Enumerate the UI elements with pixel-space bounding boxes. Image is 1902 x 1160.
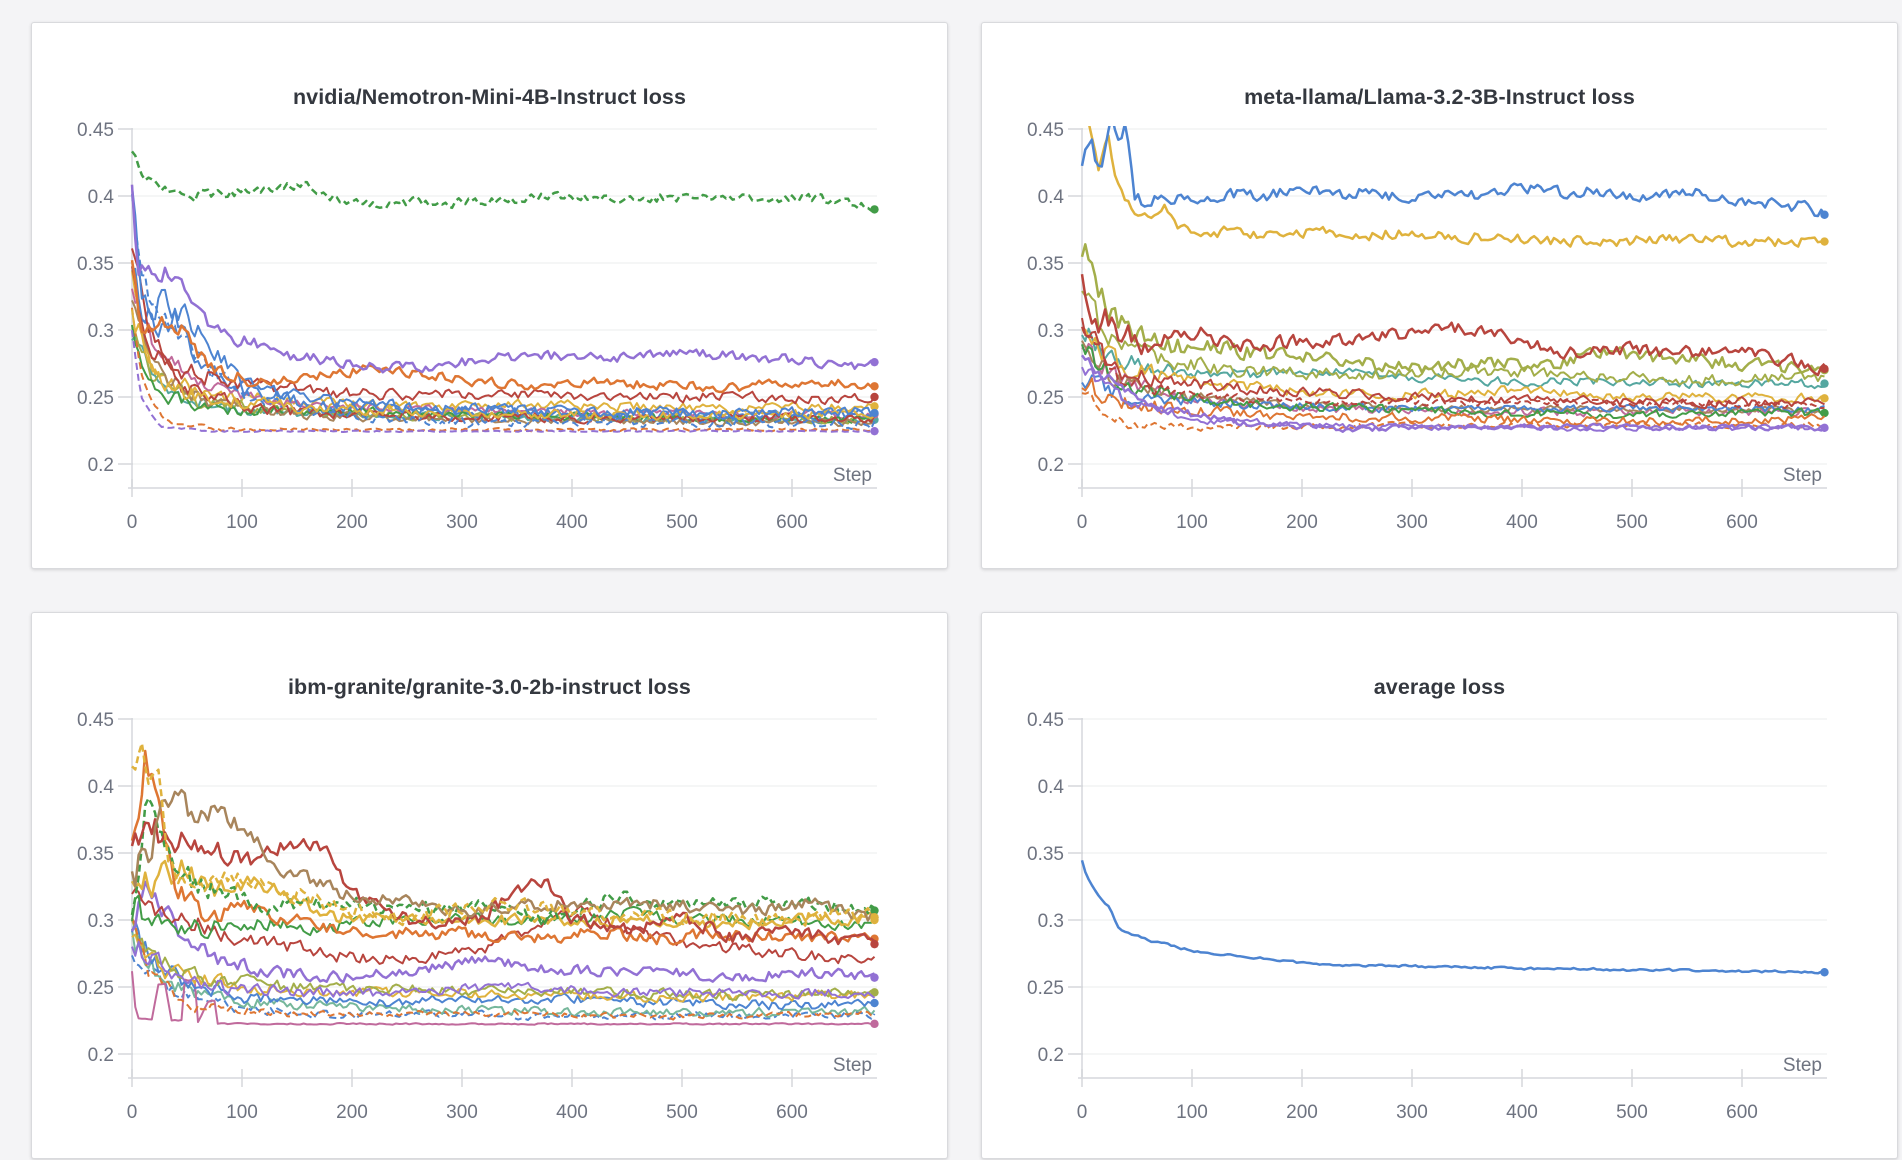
chart-plot-area: 0.45 0.4 0.35 0.3 0.25 0.2 0 100 200 300 400 500 600…	[982, 613, 1897, 1158]
run-endpoint-dot	[1820, 379, 1828, 387]
run-line	[1082, 115, 1825, 216]
x-tick-label: 300	[446, 1102, 478, 1123]
run-endpoint-dot	[870, 393, 878, 401]
y-tick-label: 0.35	[77, 254, 114, 275]
run-endpoint-dot	[870, 973, 878, 981]
x-tick-label: 600	[776, 512, 808, 533]
run-line	[132, 798, 875, 924]
x-axis-label: Step	[833, 1055, 872, 1076]
y-tick-label: 0.45	[1027, 710, 1064, 731]
x-tick-label: 400	[1506, 1102, 1538, 1123]
run-endpoint-dot	[1820, 968, 1828, 976]
x-axis-label: Step	[1783, 465, 1822, 486]
y-tick-label: 0.2	[88, 1045, 114, 1066]
granite-3-0-2b-loss-panel[interactable]: ibm-granite/granite-3.0-2b-instruct loss…	[31, 612, 948, 1159]
y-tick-label: 0.35	[77, 844, 114, 865]
run-line	[132, 260, 875, 392]
x-tick-label: 0	[127, 512, 138, 533]
run-endpoint-dot	[870, 999, 878, 1007]
x-tick-label: 200	[1286, 512, 1318, 533]
y-tick-label: 0.3	[88, 321, 114, 342]
x-axis-label: Step	[833, 465, 872, 486]
run-line	[132, 185, 875, 373]
x-tick-label: 200	[1286, 1102, 1318, 1123]
run-endpoint-dot	[1820, 237, 1828, 245]
x-tick-label: 0	[1077, 512, 1088, 533]
series-group	[132, 151, 879, 435]
x-tick-label: 200	[336, 512, 368, 533]
x-tick-label: 600	[1726, 1102, 1758, 1123]
y-tick-label: 0.3	[1038, 321, 1064, 342]
run-endpoint-dot	[1820, 211, 1828, 219]
chart-plot-area: 0.45 0.4 0.35 0.3 0.25 0.2 0 100 200 300 400 500 600…	[32, 613, 947, 1158]
y-tick-label: 0.2	[1038, 455, 1064, 476]
x-tick-label: 0	[1077, 1102, 1088, 1123]
chart-plot-area: 0.45 0.4 0.35 0.3 0.25 0.2 0 100 200 300 400 500 600…	[32, 23, 947, 568]
y-tick-label: 0.3	[88, 911, 114, 932]
y-tick-label: 0.2	[88, 455, 114, 476]
nemotron-mini-4b-loss-panel[interactable]: nvidia/Nemotron-Mini-4B-Instruct loss0.4…	[31, 22, 948, 569]
run-endpoint-dot	[870, 940, 878, 948]
y-tick-label: 0.4	[1038, 777, 1065, 798]
y-tick-label: 0.3	[1038, 911, 1064, 932]
run-line	[1082, 274, 1825, 375]
x-tick-label: 500	[666, 512, 698, 533]
run-line	[132, 918, 875, 1020]
llama-3-2-3b-loss-panel[interactable]: meta-llama/Llama-3.2-3B-Instruct loss0.4…	[981, 22, 1898, 569]
run-endpoint-dot	[870, 913, 878, 921]
y-tick-label: 0.35	[1027, 254, 1064, 275]
y-tick-label: 0.35	[1027, 844, 1064, 865]
y-tick-label: 0.4	[1038, 187, 1065, 208]
run-endpoint-dot	[870, 409, 878, 417]
run-endpoint-dot	[870, 1020, 878, 1028]
run-line	[132, 151, 875, 210]
x-tick-label: 200	[336, 1102, 368, 1123]
y-tick-label: 0.45	[1027, 120, 1064, 141]
x-tick-label: 100	[226, 1102, 258, 1123]
y-tick-label: 0.45	[77, 120, 114, 141]
run-endpoint-dot	[1820, 365, 1828, 373]
x-tick-label: 300	[1396, 1102, 1428, 1123]
run-endpoint-dot	[870, 382, 878, 390]
average-loss-panel[interactable]: average loss0.450.40.350.30.250.20100200…	[981, 612, 1898, 1159]
x-axis-label: Step	[1783, 1055, 1822, 1076]
run-line	[132, 751, 875, 945]
x-tick-label: 300	[446, 512, 478, 533]
y-tick-label: 0.25	[77, 388, 114, 409]
run-line	[1082, 113, 1825, 247]
x-tick-label: 100	[226, 512, 258, 533]
dashboard: { "page": {"background_color": "#f4f4f6"…	[0, 0, 1902, 1160]
y-tick-label: 0.25	[1027, 388, 1064, 409]
run-endpoint-dot	[870, 427, 878, 435]
y-tick-label: 0.4	[88, 187, 115, 208]
series-group	[1082, 860, 1829, 976]
y-tick-label: 0.4	[88, 777, 115, 798]
run-endpoint-dot	[1820, 409, 1828, 417]
x-tick-label: 400	[1506, 512, 1538, 533]
x-tick-label: 0	[127, 1102, 138, 1123]
run-line	[1082, 860, 1825, 973]
x-tick-label: 500	[1616, 1102, 1648, 1123]
run-endpoint-dot	[1820, 394, 1828, 402]
x-tick-label: 500	[666, 1102, 698, 1123]
y-tick-label: 0.25	[1027, 978, 1064, 999]
x-tick-label: 600	[1726, 512, 1758, 533]
chart-plot-area: 0.45 0.4 0.35 0.3 0.25 0.2 0 100 200 300 400 500 600…	[982, 23, 1897, 568]
run-endpoint-dot	[870, 205, 878, 213]
x-tick-label: 600	[776, 1102, 808, 1123]
y-tick-label: 0.45	[77, 710, 114, 731]
x-tick-label: 100	[1176, 512, 1208, 533]
series-group	[1082, 113, 1829, 432]
run-line	[132, 942, 875, 999]
y-tick-label: 0.25	[77, 978, 114, 999]
run-endpoint-dot	[1820, 424, 1828, 432]
x-tick-label: 400	[556, 1102, 588, 1123]
x-tick-label: 100	[1176, 1102, 1208, 1123]
x-tick-label: 400	[556, 512, 588, 533]
x-tick-label: 500	[1616, 512, 1648, 533]
y-tick-label: 0.2	[1038, 1045, 1064, 1066]
x-tick-label: 300	[1396, 512, 1428, 533]
run-endpoint-dot	[870, 358, 878, 366]
